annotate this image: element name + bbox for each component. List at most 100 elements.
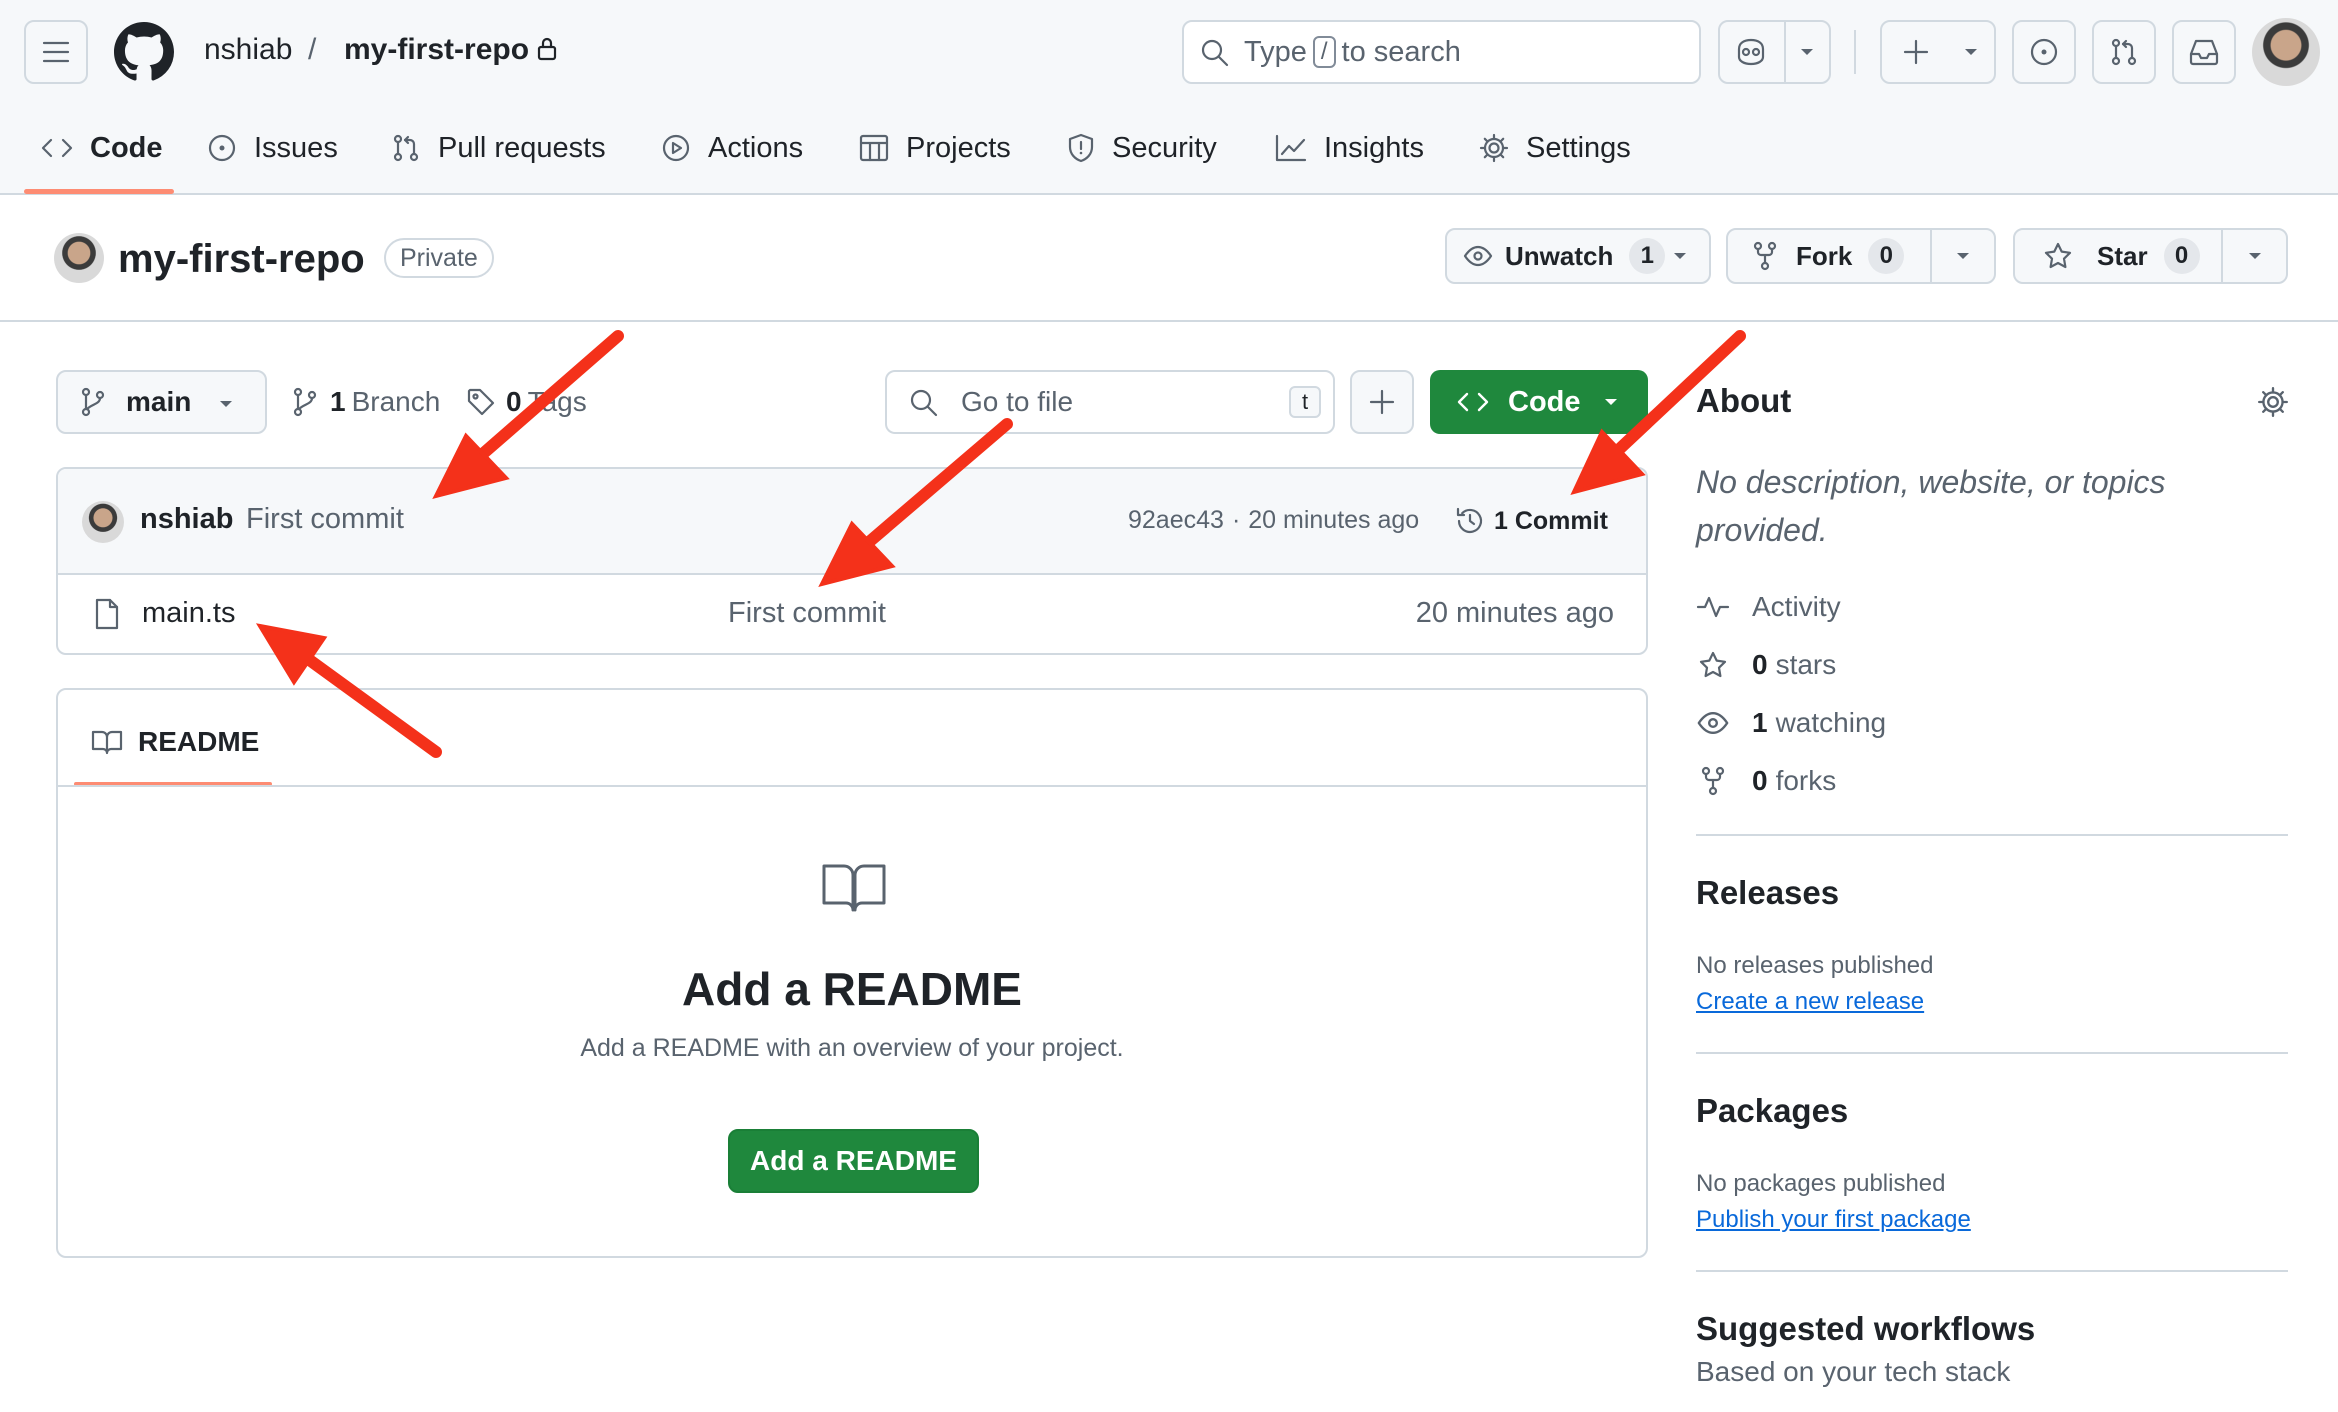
go-to-file-placeholder: Go to file (961, 386, 1074, 417)
tab-pull-requests-label: Pull requests (438, 131, 606, 164)
forks-link[interactable]: 0 forks (1696, 761, 1836, 801)
tab-insights-label: Insights (1324, 131, 1424, 164)
create-new-button[interactable] (1880, 20, 1996, 84)
forks-count: 0 (1752, 765, 1768, 796)
book-icon (820, 860, 888, 916)
author-avatar[interactable] (82, 501, 124, 543)
about-heading: About (1696, 382, 1792, 419)
tab-security-label: Security (1112, 131, 1217, 164)
stars-count: 0 (1752, 649, 1768, 680)
tab-projects[interactable]: Projects (858, 120, 1011, 176)
tab-code[interactable]: Code (40, 120, 163, 176)
fork-icon (1753, 241, 1777, 271)
commit-meta-dot: · (1231, 506, 1241, 534)
search-input[interactable]: Type / to search (1182, 20, 1701, 84)
copilot-icon (1734, 37, 1768, 67)
star-button[interactable]: Star 0 (2013, 228, 2288, 284)
inbox-icon (2189, 39, 2219, 66)
file-row[interactable]: main.ts First commit 20 minutes ago (58, 575, 1646, 653)
tab-issues-label: Issues (254, 131, 338, 164)
unwatch-button[interactable]: Unwatch 1 (1445, 228, 1711, 284)
tags-link[interactable]: 0 Tags (466, 382, 587, 422)
commit-author[interactable]: nshiab (140, 503, 233, 536)
menu-button[interactable] (24, 20, 88, 84)
watch-count: 1 (1629, 238, 1666, 274)
graph-icon (1275, 134, 1307, 162)
packages-heading[interactable]: Packages (1696, 1092, 1848, 1130)
readme-tab[interactable]: README (90, 722, 259, 762)
search-placeholder-suffix: to search (1341, 35, 1461, 68)
file-name[interactable]: main.ts (142, 597, 235, 630)
active-tab-underline (24, 189, 174, 194)
search-icon (909, 388, 939, 418)
add-readme-button[interactable]: Add a README (728, 1129, 979, 1193)
sidebar-divider (1696, 834, 2288, 836)
gear-icon[interactable] (2256, 385, 2290, 419)
file-browser: nshiab First commit 92aec43 · 20 minutes… (56, 467, 1648, 655)
readme-tab-label: README (138, 726, 260, 757)
tab-pull-requests[interactable]: Pull requests (390, 120, 606, 176)
fork-count: 0 (1868, 238, 1905, 274)
pull-requests-button[interactable] (2092, 20, 2156, 84)
latest-commit-bar: nshiab First commit 92aec43 · 20 minutes… (58, 469, 1646, 575)
activity-link[interactable]: Activity (1696, 587, 1841, 627)
tab-insights[interactable]: Insights (1274, 120, 1424, 176)
chevron-down-icon[interactable] (1671, 250, 1689, 262)
forks-label: forks (1775, 765, 1837, 796)
history-icon (1456, 507, 1483, 534)
code-dropdown-button[interactable]: Code (1430, 370, 1648, 434)
publish-package-link[interactable]: Publish your first package (1696, 1206, 1971, 1234)
breadcrumb-owner[interactable]: nshiab (204, 30, 292, 70)
unwatch-label: Unwatch (1505, 240, 1614, 271)
add-file-button[interactable] (1350, 370, 1414, 434)
header-divider (1854, 30, 1856, 74)
branch-select-button[interactable]: main (56, 370, 267, 434)
tab-projects-label: Projects (906, 131, 1011, 164)
tags-label: Tags (527, 386, 587, 417)
fork-button[interactable]: Fork 0 (1726, 228, 1996, 284)
plus-icon (1369, 389, 1395, 415)
tab-actions[interactable]: Actions (660, 120, 803, 176)
activity-label: Activity (1752, 591, 1841, 622)
releases-heading[interactable]: Releases (1696, 874, 1839, 912)
eye-icon (1697, 711, 1729, 735)
git-branch-icon (81, 387, 105, 417)
file-commit-message[interactable]: First commit (728, 597, 886, 630)
user-avatar[interactable] (2252, 18, 2320, 86)
inbox-button[interactable] (2172, 20, 2236, 84)
releases-empty-text: No releases published (1696, 952, 1934, 979)
issue-opened-icon (208, 134, 236, 162)
copilot-button[interactable] (1718, 20, 1831, 84)
tab-issues[interactable]: Issues (206, 120, 338, 176)
repo-title[interactable]: my-first-repo (118, 234, 365, 284)
commit-hash[interactable]: 92aec43 (1128, 506, 1224, 535)
chevron-down-icon[interactable] (2246, 250, 2264, 262)
commits-history-link[interactable]: 1 Commit (1454, 503, 1608, 539)
issues-button[interactable] (2012, 20, 2076, 84)
issue-opened-icon (2030, 38, 2058, 66)
go-to-file-shortcut: t (1289, 386, 1321, 418)
search-placeholder-prefix: Type (1244, 35, 1307, 68)
chevron-down-icon[interactable] (1954, 250, 1972, 262)
chevron-down-icon[interactable] (1798, 46, 1816, 58)
code-icon (1457, 392, 1489, 412)
owner-avatar[interactable] (54, 233, 104, 283)
commit-message[interactable]: First commit (246, 503, 404, 536)
watching-link[interactable]: 1 watching (1696, 703, 1886, 743)
create-release-link[interactable]: Create a new release (1696, 988, 1924, 1016)
branches-link[interactable]: 1 Branch (292, 382, 440, 422)
tags-count: 0 (506, 386, 522, 417)
sidebar-divider (1696, 1052, 2288, 1054)
pulse-icon (1696, 596, 1730, 618)
code-button-label: Code (1508, 385, 1581, 418)
commit-meta: 92aec43 · 20 minutes ago (1128, 506, 1419, 535)
breadcrumb-repo[interactable]: my-first-repo (344, 30, 529, 70)
github-logo-icon[interactable] (114, 22, 174, 82)
go-to-file-input[interactable]: Go to file t (885, 370, 1335, 434)
branches-label: Branch (351, 386, 441, 417)
stars-link[interactable]: 0 stars (1696, 645, 1836, 685)
pull-request-icon (2111, 38, 2137, 66)
tab-settings[interactable]: Settings (1478, 120, 1631, 176)
plus-icon (1902, 38, 1930, 66)
tab-security[interactable]: Security (1066, 120, 1217, 176)
